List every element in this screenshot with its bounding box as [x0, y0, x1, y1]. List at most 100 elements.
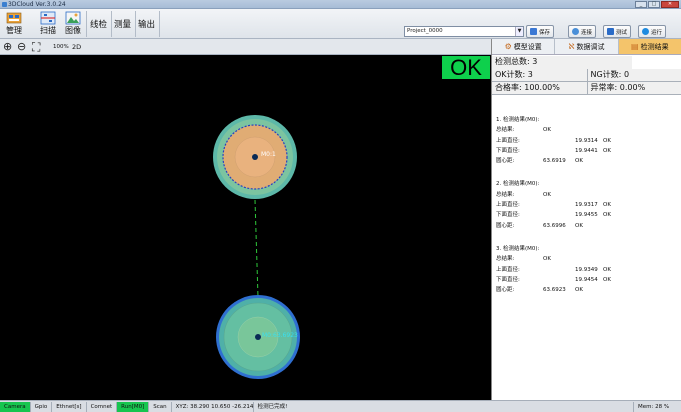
chevron-down-icon: ▼: [515, 27, 523, 36]
scan-status[interactable]: Scan: [149, 401, 172, 412]
result-overall: 总结果: OK: [496, 127, 551, 134]
result-group: 1. 检测结果(M0): 总结果: OK 上面直径: 19.9314 OK 下面直径:…: [496, 115, 680, 166]
test-button[interactable]: 测试: [603, 25, 632, 38]
center-distance-line: [254, 199, 259, 298]
document-icon: ▤: [631, 42, 639, 51]
manage-button[interactable]: 管理: [6, 11, 22, 37]
zoom-in-icon[interactable]: ⊕: [3, 41, 12, 53]
test-label: 测试: [616, 29, 628, 36]
ng-count: NG计数: 0: [586, 69, 681, 81]
result-header: 1. 检测结果(M0):: [496, 117, 540, 123]
connect-label: 连接: [581, 29, 593, 36]
run-button[interactable]: 运行: [638, 25, 667, 38]
scan-viewport[interactable]: M0:1 M0:63.6923: [0, 55, 491, 400]
title-bar: 3DCloud Ver.3.0.24 _ □ ✕: [0, 0, 681, 9]
view-mode-2d[interactable]: 2D: [72, 43, 81, 51]
pass-rate: 合格率: 100.00%: [495, 83, 560, 92]
wrench-icon: ℵ: [568, 42, 575, 51]
tab-label: 检测结果: [640, 42, 669, 51]
close-button[interactable]: ✕: [661, 1, 679, 8]
top-part-label: M0:1: [261, 151, 276, 158]
play-icon: [642, 28, 649, 35]
tab-label: 数据调试: [576, 42, 605, 51]
image-button[interactable]: 图像: [65, 11, 81, 37]
manage-icon: [6, 12, 22, 24]
project-select[interactable]: Project_0000 ▼: [404, 26, 524, 37]
project-select-value: Project_0000: [407, 28, 443, 34]
result-center-distance: 圆心距: 63.6996 OK: [496, 222, 583, 229]
total-count: 检测总数: 3: [492, 56, 632, 69]
ribbon-separator: [135, 11, 136, 37]
save-label: 保存: [539, 29, 551, 36]
bottom-part-center: [255, 334, 261, 340]
tab-label: 模型设置: [513, 42, 542, 51]
result-group: 2. 检测结果(M0): 总结果: OK 上面直径: 19.9317 OK 下面直径:…: [496, 179, 680, 230]
measure-button[interactable]: 测量: [114, 18, 131, 30]
connect-icon: [572, 28, 579, 35]
tab-results[interactable]: ▤ 检测结果: [618, 39, 681, 54]
run-status[interactable]: Run[M0]: [117, 401, 150, 412]
gpio-status[interactable]: Gpio: [31, 401, 53, 412]
right-panel: ⚙ 模型设置 ℵ 数据调试 ▤ 检测结果 检测总数: 3 OK计数: 3 NG计数: …: [491, 39, 681, 400]
window-title: 3DCloud Ver.3.0.24: [8, 1, 66, 8]
result-header: 3. 检测结果(M0):: [496, 245, 540, 252]
view-toolbar: ⊕ ⊖ ⛶ 100% 2D: [0, 39, 491, 55]
stats-table: 检测总数: 3 OK计数: 3 NG计数: 0 合格率: 100.00% 异常率…: [492, 56, 681, 95]
result-lower-diameter: 下面直径: 19.9441 OK: [496, 147, 611, 154]
top-part-center: [252, 154, 258, 160]
memory-usage: Mem: 28 %: [633, 402, 681, 412]
result-header: 2. 检测结果(M0):: [496, 181, 540, 188]
result-overall: 总结果: OK: [496, 191, 551, 198]
connect-button[interactable]: 连接: [568, 25, 597, 38]
bottom-part-label: M0:63.6923: [262, 332, 298, 339]
results-list: 1. 检测结果(M0): 总结果: OK 上面直径: 19.9314 OK 下面直径:…: [496, 115, 680, 308]
result-badge: OK: [442, 56, 490, 79]
line-check-button[interactable]: 线检: [90, 18, 107, 30]
scan-label: 扫描: [40, 26, 56, 35]
manage-label: 管理: [6, 26, 22, 35]
count-row: OK计数: 3 NG计数: 0: [492, 69, 681, 82]
fit-view-icon[interactable]: ⛶: [32, 41, 40, 53]
output-button[interactable]: 输出: [138, 18, 155, 30]
tab-model-settings[interactable]: ⚙ 模型设置: [492, 39, 556, 54]
result-lower-diameter: 下面直径: 19.9455 OK: [496, 212, 611, 219]
maximize-button[interactable]: □: [648, 1, 660, 8]
xyz-readout: XYZ: 38.290 10.650 -26.214: [172, 401, 254, 412]
panel-tabs: ⚙ 模型设置 ℵ 数据调试 ▤ 检测结果: [492, 39, 681, 55]
app-icon: [2, 2, 7, 7]
result-upper-diameter: 上面直径: 19.9314 OK: [496, 137, 611, 144]
status-bar: Camera Gpio Ethnet[s] Comnet Run[M0] Sca…: [0, 400, 681, 412]
save-icon: [530, 28, 537, 35]
tab-data-debug[interactable]: ℵ 数据调试: [555, 39, 619, 54]
result-lower-diameter: 下面直径: 19.9454 OK: [496, 276, 611, 283]
scan-image: M0:1 M0:63.6923: [213, 115, 300, 379]
scan-button[interactable]: 扫描: [40, 11, 56, 37]
ethnet-status[interactable]: Ethnet[s]: [52, 401, 87, 412]
result-center-distance: 圆心距: 63.6923 OK: [496, 287, 583, 294]
zoom-level: 100%: [53, 44, 69, 50]
result-overall: 总结果: OK: [496, 256, 551, 263]
status-message: 检测已完成!: [257, 403, 288, 410]
scan-icon: [40, 11, 56, 25]
ribbon-separator: [159, 11, 160, 37]
image-label: 图像: [65, 26, 81, 35]
minimize-button[interactable]: _: [635, 1, 647, 8]
ribbon-separator: [111, 11, 112, 37]
result-center-distance: 圆心距: 63.6919 OK: [496, 158, 583, 165]
result-upper-diameter: 上面直径: 19.9317 OK: [496, 202, 611, 209]
ok-count: OK计数: 3: [495, 70, 533, 79]
comnet-status[interactable]: Comnet: [87, 401, 118, 412]
ribbon: 管理 扫描 图像 线检 测量 输出 Project_0000 ▼ 保存 连接 测…: [0, 9, 681, 39]
zoom-out-icon[interactable]: ⊖: [17, 41, 26, 53]
run-label: 运行: [651, 29, 663, 36]
monitor-icon: [607, 28, 614, 35]
abnormal-rate: 异常率: 0.00%: [586, 82, 681, 94]
ribbon-separator: [86, 11, 87, 37]
gear-icon: ⚙: [504, 42, 512, 51]
save-button[interactable]: 保存: [526, 25, 555, 38]
image-icon: [65, 11, 81, 25]
result-upper-diameter: 上面直径: 19.9349 OK: [496, 266, 611, 273]
result-group: 3. 检测结果(M0): 总结果: OK 上面直径: 19.9349 OK 下面直径:…: [496, 244, 680, 295]
rate-row: 合格率: 100.00% 异常率: 0.00%: [492, 82, 681, 95]
camera-status[interactable]: Camera: [0, 401, 31, 412]
